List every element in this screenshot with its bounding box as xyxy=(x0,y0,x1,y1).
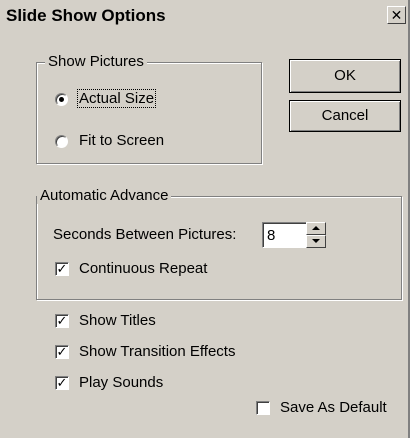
check-icon: ✓ xyxy=(56,375,68,390)
continuous-repeat-label[interactable]: Continuous Repeat xyxy=(79,260,207,277)
show-transition-effects-checkbox[interactable]: ✓ xyxy=(55,345,69,359)
dialog-title: Slide Show Options xyxy=(6,6,166,25)
ok-button-label: OK xyxy=(334,67,356,84)
automatic-advance-group-label: Automatic Advance xyxy=(37,187,172,204)
seconds-up-button[interactable] xyxy=(306,222,326,235)
continuous-repeat-checkbox[interactable]: ✓ xyxy=(55,262,69,276)
title-bar: Slide Show Options ✕ xyxy=(0,0,408,30)
show-pictures-group-label: Show Pictures xyxy=(45,53,147,70)
check-icon: ✓ xyxy=(56,344,68,359)
show-titles-label[interactable]: Show Titles xyxy=(79,312,156,329)
fit-to-screen-label[interactable]: Fit to Screen xyxy=(79,132,164,149)
check-icon: ✓ xyxy=(56,261,68,276)
actual-size-radio[interactable] xyxy=(55,93,68,106)
cancel-button-label: Cancel xyxy=(321,107,369,124)
cancel-button[interactable]: Cancel xyxy=(289,100,401,132)
fit-to-screen-radio[interactable] xyxy=(55,135,68,148)
seconds-down-button[interactable] xyxy=(306,235,326,248)
spin-down-arrow-icon xyxy=(312,239,320,243)
play-sounds-label[interactable]: Play Sounds xyxy=(79,374,163,391)
save-as-default-label[interactable]: Save As Default xyxy=(280,399,387,416)
slide-show-options-dialog: Slide Show Options ✕ Show Pictures Actua… xyxy=(0,0,410,438)
ok-button[interactable]: OK xyxy=(289,59,401,93)
actual-size-label[interactable]: Actual Size xyxy=(76,89,157,108)
close-button[interactable]: ✕ xyxy=(387,6,406,24)
check-icon: ✓ xyxy=(56,313,68,328)
save-as-default-checkbox[interactable] xyxy=(256,401,270,415)
automatic-advance-group: Automatic Advance xyxy=(36,187,402,300)
close-icon: ✕ xyxy=(390,7,403,23)
show-titles-checkbox[interactable]: ✓ xyxy=(55,314,69,328)
seconds-input[interactable] xyxy=(262,222,308,248)
seconds-between-pictures-label: Seconds Between Pictures: xyxy=(53,226,237,243)
spin-up-arrow-icon xyxy=(312,226,320,230)
show-transition-effects-label[interactable]: Show Transition Effects xyxy=(79,343,235,360)
play-sounds-checkbox[interactable]: ✓ xyxy=(55,376,69,390)
